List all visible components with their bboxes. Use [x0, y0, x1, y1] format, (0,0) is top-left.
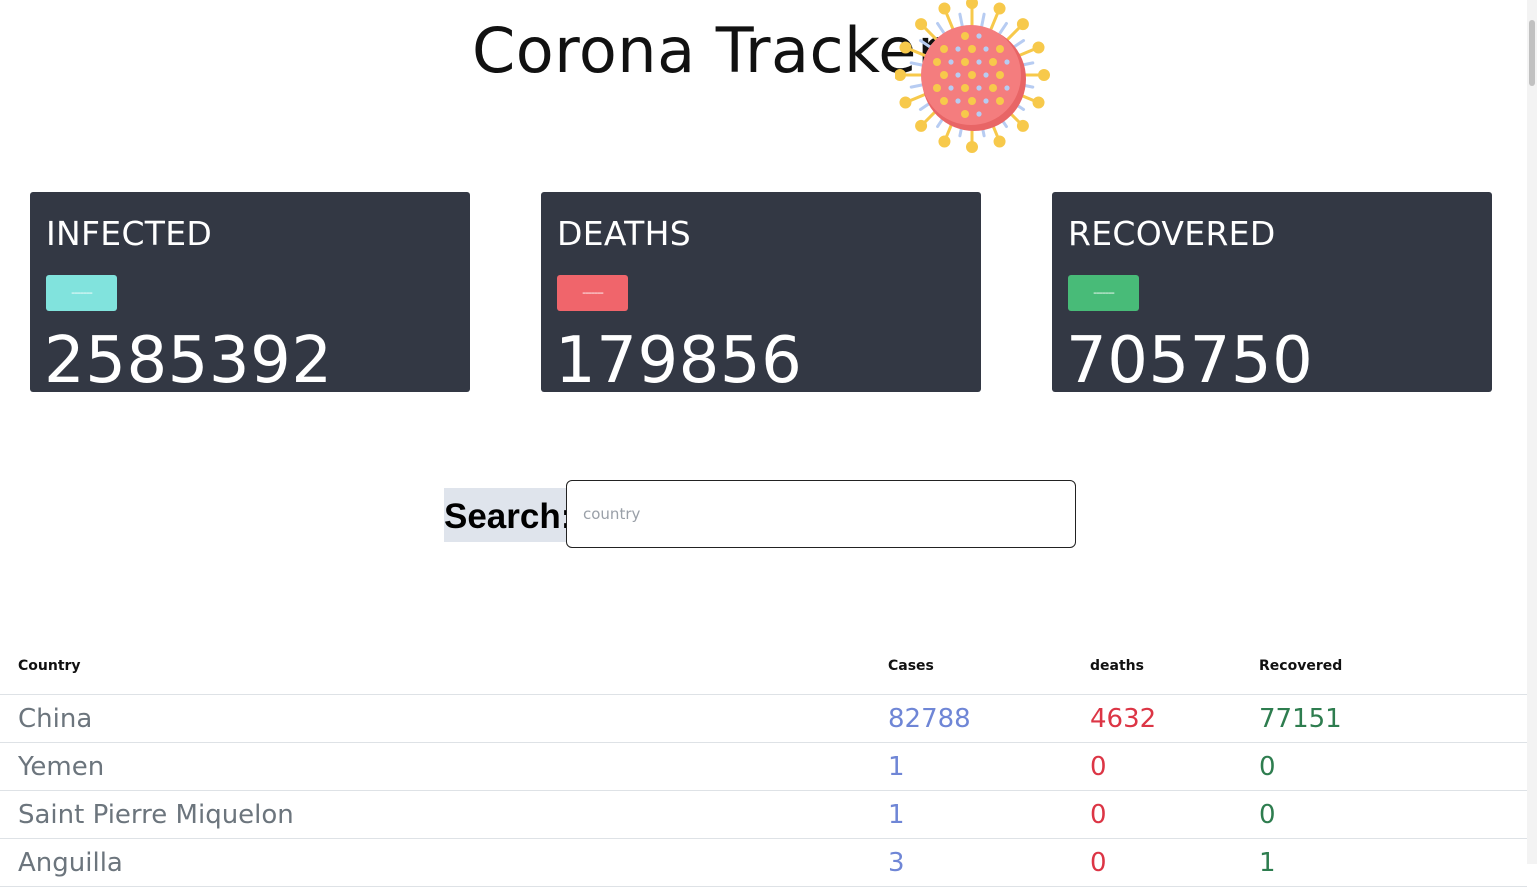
deaths-cell: 0: [1090, 800, 1107, 830]
deaths-cell: 0: [1090, 752, 1107, 782]
recovered-cell: 0: [1259, 752, 1276, 782]
header-cases[interactable]: Cases: [888, 658, 934, 674]
virus-icon: [895, 0, 1050, 153]
table-header: Country Cases deaths Recovered: [0, 642, 1527, 695]
search-input[interactable]: [566, 480, 1076, 548]
country-cell: Anguilla: [18, 848, 123, 878]
deaths-cell: 4632: [1090, 704, 1157, 734]
country-table: Country Cases deaths Recovered China 827…: [0, 642, 1527, 887]
deaths-card: DEATHS ------- 179856: [541, 192, 981, 392]
header: Corona Tracker: [0, 0, 1537, 160]
header-recovered[interactable]: Recovered: [1259, 658, 1342, 674]
recovered-cell: 77151: [1259, 704, 1342, 734]
card-label: INFECTED: [46, 214, 213, 253]
search-label: Search:: [444, 488, 572, 542]
cases-cell: 1: [888, 752, 905, 782]
cases-cell: 3: [888, 848, 905, 878]
header-deaths[interactable]: deaths: [1090, 658, 1144, 674]
deaths-count: 179856: [555, 324, 803, 392]
table-row[interactable]: Anguilla 3 0 1: [0, 839, 1527, 887]
country-cell: China: [18, 704, 93, 734]
table-row[interactable]: Yemen 1 0 0: [0, 743, 1527, 791]
table-row[interactable]: China 82788 4632 77151: [0, 695, 1527, 743]
recovered-cell: 1: [1259, 848, 1276, 878]
card-label: DEATHS: [557, 214, 691, 253]
infected-badge: -------: [46, 275, 117, 311]
app-title: Corona Tracker: [472, 14, 943, 87]
cases-cell: 82788: [888, 704, 971, 734]
header-country[interactable]: Country: [18, 658, 81, 674]
scrollbar-thumb[interactable]: [1529, 20, 1535, 86]
recovered-count: 705750: [1066, 324, 1314, 392]
deaths-cell: 0: [1090, 848, 1107, 878]
recovered-cell: 0: [1259, 800, 1276, 830]
table-row[interactable]: Saint Pierre Miquelon 1 0 0: [0, 791, 1527, 839]
recovered-badge: -------: [1068, 275, 1139, 311]
infected-card: INFECTED ------- 2585392: [30, 192, 470, 392]
country-cell: Saint Pierre Miquelon: [18, 800, 294, 830]
country-cell: Yemen: [18, 752, 105, 782]
infected-count: 2585392: [44, 324, 333, 392]
card-label: RECOVERED: [1068, 214, 1276, 253]
deaths-badge: -------: [557, 275, 628, 311]
recovered-card: RECOVERED ------- 705750: [1052, 192, 1492, 392]
page-scrollbar[interactable]: [1527, 0, 1537, 864]
cases-cell: 1: [888, 800, 905, 830]
